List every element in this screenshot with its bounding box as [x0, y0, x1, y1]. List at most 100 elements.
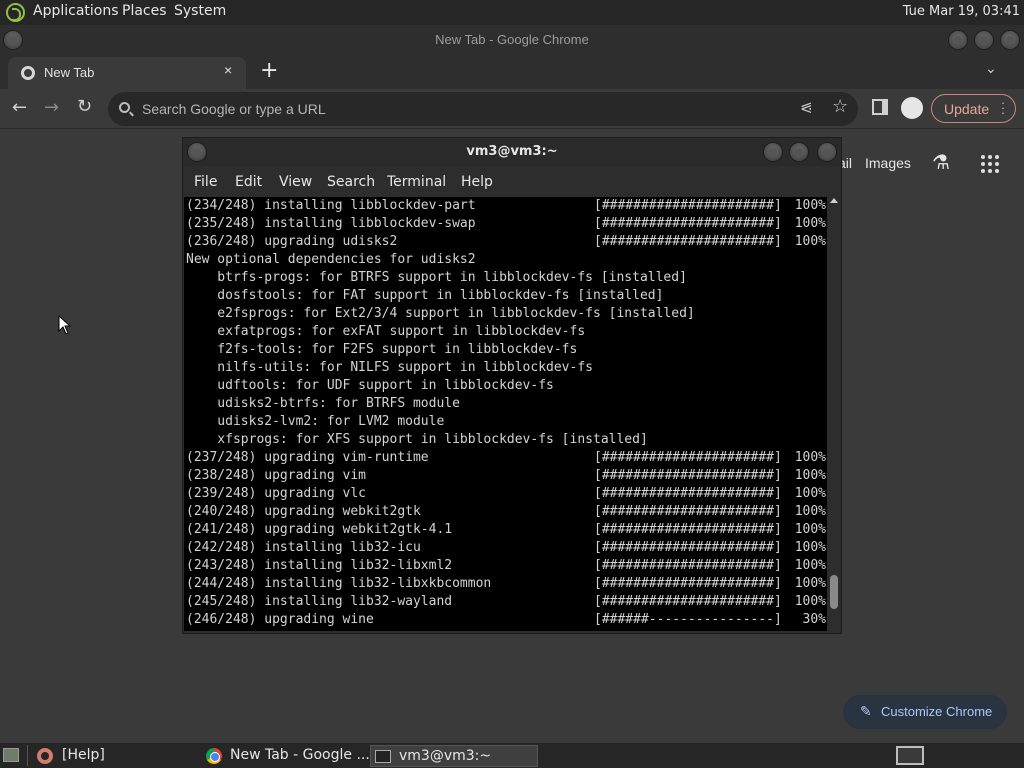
terminal-maximize-icon[interactable] — [789, 142, 809, 162]
progress-bar-text: [######################] — [594, 450, 782, 465]
clock[interactable]: Tue Mar 19, 03:41 — [903, 4, 1020, 19]
tab-close-icon[interactable]: × — [224, 62, 232, 78]
terminal-line: (238/248) upgrading vim [################… — [184, 467, 827, 485]
distro-logo-icon[interactable] — [6, 3, 25, 22]
terminal-close-icon[interactable] — [817, 142, 837, 162]
labs-flask-icon[interactable]: ⚗ — [932, 150, 950, 175]
terminal-line-text: (240/248) upgrading webkit2gtk — [186, 504, 421, 519]
share-icon[interactable]: ⪗ — [800, 98, 813, 116]
chrome-titlebar[interactable]: New Tab - Google Chrome — [0, 25, 1024, 55]
tab-new-tab[interactable]: New Tab × — [8, 57, 246, 89]
close-window-icon[interactable] — [1000, 30, 1020, 50]
terminal-titlebar[interactable]: vm3@vm3:~ — [183, 138, 841, 166]
search-icon — [119, 102, 130, 113]
terminal-line: New optional dependencies for udisks2 — [184, 251, 827, 269]
progress-percent: 100% — [794, 576, 826, 591]
menu-edit[interactable]: Edit — [235, 174, 262, 190]
minimize-icon[interactable] — [948, 30, 968, 50]
menu-view[interactable]: View — [279, 174, 312, 190]
bottom-taskbar: [Help] New Tab - Google ... vm3@vm3:~ — [0, 743, 1024, 768]
top-panel: Applications Places System Tue Mar 19, 0… — [0, 0, 1024, 25]
progress-percent: 100% — [794, 486, 826, 501]
terminal-line-text: btrfs-progs: for BTRFS support in libblo… — [186, 270, 687, 285]
help-lifebuoy-icon — [37, 748, 53, 764]
task-chrome-label: New Tab - Google ... — [230, 747, 370, 763]
back-arrow-icon[interactable]: ← — [12, 97, 27, 118]
forward-arrow-icon[interactable]: → — [44, 97, 59, 118]
terminal-line: udftools: for UDF support in libblockdev… — [184, 377, 827, 395]
task-terminal-label: vm3@vm3:~ — [399, 748, 492, 764]
omnibox[interactable]: Search Google or type a URL ⪗ ☆ — [108, 92, 858, 126]
terminal-line: dosfstools: for FAT support in libblockd… — [184, 287, 827, 305]
scroll-up-arrow-icon[interactable] — [830, 198, 838, 203]
google-apps-icon[interactable] — [981, 155, 999, 173]
task-chrome[interactable]: New Tab - Google ... — [200, 745, 370, 767]
chrome-window-title: New Tab - Google Chrome — [435, 32, 589, 47]
terminal-line: (234/248) installing libblockdev-part [##… — [184, 197, 827, 215]
menu-help[interactable]: Help — [461, 174, 493, 190]
terminal-line: (235/248) installing libblockdev-swap [##… — [184, 215, 827, 233]
menu-search[interactable]: Search — [327, 174, 375, 190]
bookmark-star-icon[interactable]: ☆ — [832, 96, 848, 117]
terminal-line: e2fsprogs: for Ext2/3/4 support in libbl… — [184, 305, 827, 323]
terminal-scrollbar[interactable] — [827, 197, 841, 631]
progress-bar-text: [######################] — [594, 576, 782, 591]
progress-bar-text: [######----------------] — [594, 612, 782, 627]
terminal-window: vm3@vm3:~ File Edit View Search Terminal… — [182, 137, 842, 634]
terminal-line-text: udftools: for UDF support in libblockdev… — [186, 378, 554, 393]
progress-bar-text: [######################] — [594, 468, 782, 483]
terminal-line: (246/248) upgrading wine [######---------… — [184, 611, 827, 629]
scrollbar-thumb[interactable] — [830, 575, 838, 609]
tab-strip: New Tab × + ⌄ — [0, 55, 1024, 89]
maximize-icon[interactable] — [974, 30, 994, 50]
terminal-line-text: e2fsprogs: for Ext2/3/4 support in libbl… — [186, 306, 695, 321]
progress-percent: 100% — [794, 198, 826, 213]
terminal-line-text: nilfs-utils: for NILFS support in libblo… — [186, 360, 593, 375]
task-terminal[interactable]: vm3@vm3:~ — [370, 745, 538, 767]
terminal-line: udisks2-btrfs: for BTRFS module — [184, 395, 827, 413]
profile-avatar-icon[interactable] — [901, 97, 923, 119]
reload-icon[interactable]: ↻ — [77, 96, 92, 117]
terminal-line-text: exfatprogs: for exFAT support in libbloc… — [186, 324, 586, 339]
terminal-line: (241/248) upgrading webkit2gtk-4.1 [#####… — [184, 521, 827, 539]
task-help-label: [Help] — [62, 747, 105, 763]
terminal-output[interactable]: (234/248) installing libblockdev-part [##… — [184, 197, 827, 631]
terminal-line-text: (245/248) installing lib32-wayland — [186, 594, 453, 609]
customize-chrome-button[interactable]: ✎ Customize Chrome — [843, 695, 1007, 729]
terminal-line: btrfs-progs: for BTRFS support in libblo… — [184, 269, 827, 287]
taskbar-divider — [27, 745, 28, 766]
terminal-line: nilfs-utils: for NILFS support in libblo… — [184, 359, 827, 377]
update-label: Update — [944, 101, 990, 117]
mouse-cursor-icon — [58, 315, 72, 335]
chrome-icon — [206, 748, 222, 764]
customize-chrome-label: Customize Chrome — [881, 704, 993, 719]
omnibox-placeholder[interactable]: Search Google or type a URL — [142, 101, 326, 117]
menu-terminal[interactable]: Terminal — [387, 174, 446, 190]
terminal-icon — [375, 750, 391, 763]
system-menu[interactable]: System — [174, 3, 226, 19]
terminal-line-text: udisks2-btrfs: for BTRFS module — [186, 396, 460, 411]
progress-bar-text: [######################] — [594, 594, 782, 609]
terminal-line-text: udisks2-lvm2: for LVM2 module — [186, 414, 445, 429]
more-menu-icon[interactable]: · · · — [1000, 96, 1006, 119]
images-link[interactable]: Images — [865, 155, 911, 171]
terminal-minimize-icon[interactable] — [763, 142, 783, 162]
terminal-line: (237/248) upgrading vim-runtime [########… — [184, 449, 827, 467]
new-tab-button[interactable]: + — [260, 58, 278, 83]
task-help[interactable]: [Help] — [32, 745, 197, 767]
terminal-line-text: f2fs-tools: for F2FS support in libblock… — [186, 342, 578, 357]
progress-bar-text: [######################] — [594, 216, 782, 231]
tab-title: New Tab — [44, 65, 95, 80]
tab-search-chevron-icon[interactable]: ⌄ — [985, 61, 997, 77]
side-panel-icon[interactable] — [872, 99, 888, 115]
progress-percent: 30% — [794, 612, 827, 627]
progress-percent: 100% — [794, 558, 826, 573]
progress-bar-text: [######################] — [594, 234, 782, 249]
update-button[interactable]: Update · · · — [931, 94, 1016, 123]
show-desktop-icon[interactable] — [3, 748, 19, 762]
menu-file[interactable]: File — [194, 174, 217, 190]
workspace-switcher[interactable] — [896, 746, 924, 765]
places-menu[interactable]: Places — [122, 3, 167, 19]
progress-percent: 100% — [794, 594, 826, 609]
applications-menu[interactable]: Applications — [33, 3, 119, 19]
